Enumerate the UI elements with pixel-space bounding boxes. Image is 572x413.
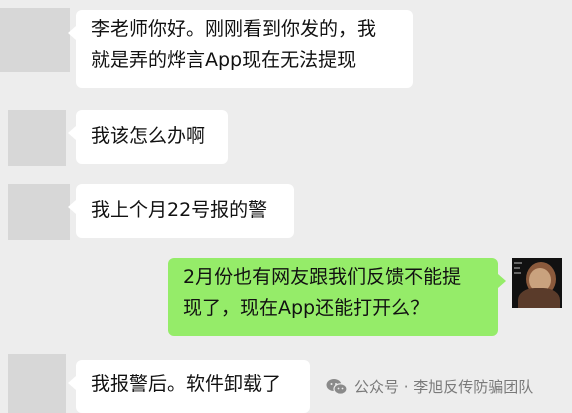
avatar[interactable] [8, 184, 70, 240]
avatar[interactable] [512, 258, 562, 308]
avatar[interactable] [0, 8, 70, 72]
message-bubble-outgoing[interactable]: 2月份也有网友跟我们反馈不能提 现了，现在App还能打开么？ [168, 258, 506, 336]
wechat-icon [326, 378, 348, 396]
avatar[interactable] [8, 354, 66, 413]
message-bubble[interactable]: 我上个月22号报的警 [68, 184, 294, 238]
avatar[interactable] [8, 110, 66, 166]
watermark-text: 公众号 · 李旭反传防骗团队 [354, 378, 534, 396]
message-bubble[interactable]: 李老师你好。刚刚看到你发的，我 就是弄的烨言App现在无法提现 [68, 10, 413, 88]
message-bubble[interactable]: 我报警后。软件卸载了 [68, 360, 310, 413]
watermark: 公众号 · 李旭反传防骗团队 [326, 376, 533, 397]
message-bubble[interactable]: 我该怎么办啊 [68, 110, 228, 164]
chat-window: 李老师你好。刚刚看到你发的，我 就是弄的烨言App现在无法提现 我该怎么办啊 我… [0, 0, 572, 413]
